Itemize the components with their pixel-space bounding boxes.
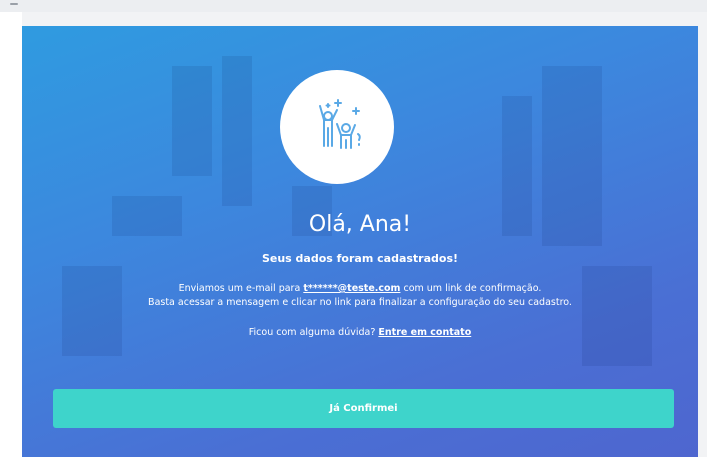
message-prefix: Enviamos um e-mail para [178, 283, 304, 294]
help-text: Ficou com alguma dúvida? Entre em contat… [22, 327, 698, 338]
confirmation-modal: Olá, Ana! Seus dados foram cadastrados! … [22, 26, 698, 457]
top-mark [10, 3, 18, 5]
email-link[interactable]: t******@teste.com [303, 283, 400, 294]
celebrating-people-icon [319, 99, 361, 149]
help-prefix: Ficou com alguma dúvida? [248, 327, 379, 338]
confirmation-message: Enviamos um e-mail para t******@teste.co… [22, 282, 698, 310]
message-suffix: com um link de confirmação. [400, 283, 542, 294]
message-line-2: Basta acessar a mensagem e clicar no lin… [148, 297, 572, 308]
celebration-badge [280, 70, 394, 184]
greeting-title: Olá, Ana! [308, 212, 412, 237]
message-line-1: Enviamos um e-mail para t******@teste.co… [22, 282, 698, 296]
top-strip [0, 0, 707, 12]
success-subtitle: Seus dados foram cadastrados! [261, 252, 459, 265]
confirm-button[interactable]: Já Confirmei [53, 389, 674, 428]
left-margin [0, 12, 22, 457]
contact-link[interactable]: Entre em contato [378, 327, 471, 338]
